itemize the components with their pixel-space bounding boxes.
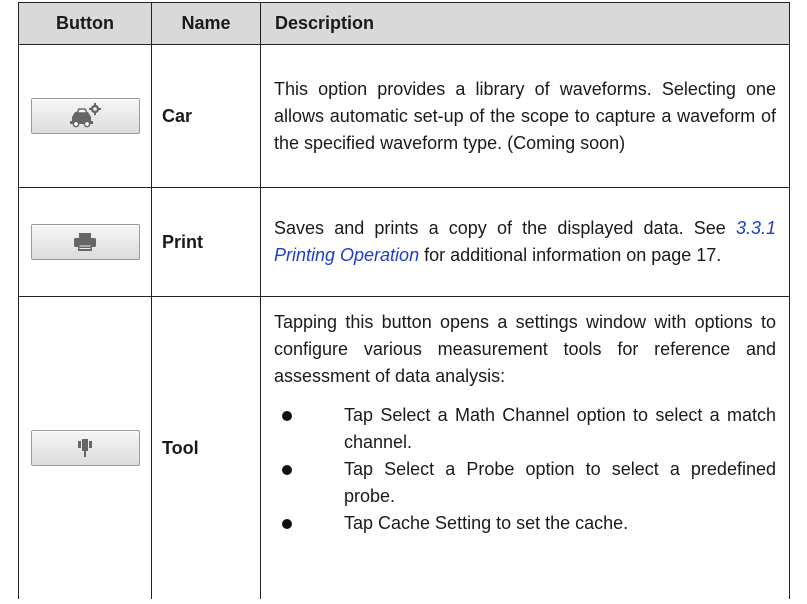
button-cell [18, 296, 152, 599]
print-button[interactable] [30, 224, 140, 260]
row-description: Tapping this button opens a settings win… [260, 296, 790, 599]
row-name: Tool [151, 296, 261, 599]
button-description-table: Button Name Description Car This option … [18, 2, 790, 599]
car-button[interactable] [30, 98, 140, 134]
description-text: Tapping this button opens a settings win… [274, 312, 776, 386]
header-description: Description [260, 2, 790, 45]
description-text: Saves and prints a copy of the displayed… [274, 218, 736, 238]
row-name: Car [151, 44, 261, 188]
car-settings-icon [70, 103, 101, 128]
option-list: Tap Select a Math Channel option to sele… [274, 402, 776, 537]
row-description: Saves and prints a copy of the displayed… [260, 187, 790, 297]
table-row: Tool Tapping this button opens a setting… [18, 296, 790, 599]
list-item: Tap Select a Probe option to select a pr… [274, 456, 776, 510]
description-text: for additional information on page 17. [419, 245, 722, 265]
row-description: This option provides a library of wavefo… [260, 44, 790, 188]
row-name: Print [151, 187, 261, 297]
tool-probe-icon [78, 439, 92, 457]
list-item: Tap Cache Setting to set the cache. [274, 510, 776, 537]
tool-button[interactable] [30, 430, 140, 466]
header-name: Name [151, 2, 261, 45]
table-row: Car This option provides a library of wa… [18, 44, 790, 188]
header-button: Button [18, 2, 152, 45]
table-row: Print Saves and prints a copy of the dis… [18, 187, 790, 297]
printer-icon [74, 233, 96, 251]
table-header-row: Button Name Description [18, 2, 790, 45]
list-item: Tap Select a Math Channel option to sele… [274, 402, 776, 456]
button-cell [18, 187, 152, 297]
button-cell [18, 44, 152, 188]
